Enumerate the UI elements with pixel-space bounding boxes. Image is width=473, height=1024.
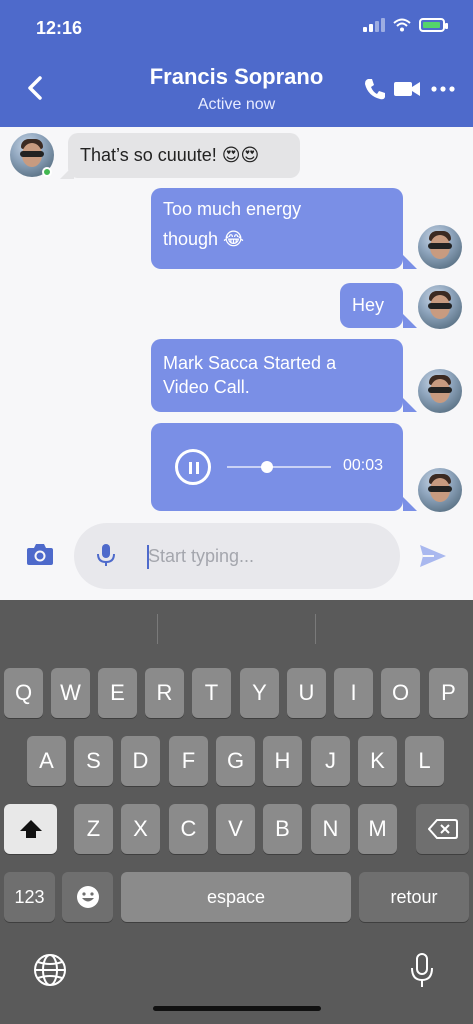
home-indicator[interactable]	[153, 1006, 321, 1011]
key-d[interactable]: D	[121, 736, 160, 786]
key-e[interactable]: E	[98, 668, 137, 718]
message-text-line: Too much energy	[163, 199, 302, 219]
user-avatar[interactable]	[418, 468, 462, 512]
audio-duration: 00:03	[343, 457, 384, 474]
globe-icon[interactable]	[32, 952, 68, 988]
audio-progress-track[interactable]	[227, 466, 331, 468]
camera-icon[interactable]	[26, 542, 54, 566]
chat-header: 12:16 Francis Soprano Active now	[0, 0, 473, 127]
delete-key[interactable]	[416, 804, 469, 854]
key-j[interactable]: J	[311, 736, 350, 786]
message-text: Hey	[352, 295, 385, 315]
key-z[interactable]: Z	[74, 804, 113, 854]
user-avatar[interactable]	[418, 285, 462, 329]
keyboard: Q W E R T Y U I O P A S D F G H J K L Z …	[0, 600, 473, 1024]
bubble-tail	[403, 314, 417, 328]
shift-arrow-icon	[19, 820, 42, 838]
key-c[interactable]: C	[169, 804, 208, 854]
suggestion-divider	[315, 614, 316, 644]
bubble-tail	[403, 497, 417, 511]
numbers-key[interactable]: 123	[4, 872, 55, 922]
key-v[interactable]: V	[216, 804, 255, 854]
message-text: That’s so cuuute! 😍😍	[80, 145, 260, 165]
key-s[interactable]: S	[74, 736, 113, 786]
message-text-line: though 😂	[163, 229, 245, 249]
cellular-signal-icon	[363, 18, 385, 32]
message-bubble-outgoing[interactable]: Hey	[340, 283, 403, 328]
suggestion-bar[interactable]	[0, 600, 473, 658]
message-input-container[interactable]	[74, 523, 400, 589]
audio-message-bubble[interactable]: 00:03	[151, 423, 403, 511]
key-m[interactable]: M	[358, 804, 397, 854]
more-dots-icon[interactable]	[430, 76, 456, 102]
phone-icon[interactable]	[362, 76, 388, 102]
key-h[interactable]: H	[263, 736, 302, 786]
key-q[interactable]: Q	[4, 668, 43, 718]
key-w[interactable]: W	[51, 668, 90, 718]
online-indicator	[42, 167, 52, 177]
key-x[interactable]: X	[121, 804, 160, 854]
key-l[interactable]: L	[405, 736, 444, 786]
user-avatar[interactable]	[418, 369, 462, 413]
user-avatar[interactable]	[418, 225, 462, 269]
key-g[interactable]: G	[216, 736, 255, 786]
message-text-line: Mark Sacca Started a	[163, 353, 337, 373]
microphone-icon[interactable]	[96, 543, 116, 567]
send-icon[interactable]	[418, 542, 448, 570]
key-o[interactable]: O	[381, 668, 420, 718]
dictation-microphone-icon[interactable]	[408, 952, 436, 990]
return-key[interactable]: retour	[359, 872, 469, 922]
audio-progress-knob[interactable]	[261, 461, 273, 473]
key-y[interactable]: Y	[240, 668, 279, 718]
suggestion-divider	[157, 614, 158, 644]
bubble-tail	[403, 255, 417, 269]
key-i[interactable]: I	[334, 668, 373, 718]
key-b[interactable]: B	[263, 804, 302, 854]
space-key[interactable]: espace	[121, 872, 351, 922]
video-camera-icon[interactable]	[392, 76, 422, 102]
backspace-icon	[427, 819, 458, 839]
wifi-icon	[393, 18, 411, 32]
bubble-tail	[403, 398, 417, 412]
message-composer	[0, 520, 473, 600]
shift-key[interactable]	[4, 804, 57, 854]
message-bubble-outgoing[interactable]: Mark Sacca Started a Video Call.	[151, 339, 403, 412]
message-bubble-outgoing[interactable]: Too much energy though 😂	[151, 188, 403, 269]
key-p[interactable]: P	[429, 668, 468, 718]
emoji-key[interactable]	[62, 872, 113, 922]
key-n[interactable]: N	[311, 804, 350, 854]
message-input[interactable]	[148, 539, 388, 573]
status-bar: 12:16	[0, 0, 473, 56]
message-text-line: Video Call.	[163, 377, 250, 397]
key-t[interactable]: T	[192, 668, 231, 718]
battery-icon	[419, 18, 448, 32]
message-bubble-incoming[interactable]: That’s so cuuute! 😍😍	[68, 133, 300, 178]
status-time: 12:16	[36, 18, 83, 38]
key-r[interactable]: R	[145, 668, 184, 718]
key-a[interactable]: A	[27, 736, 66, 786]
message-list[interactable]: That’s so cuuute! 😍😍 Too much energy tho…	[0, 127, 473, 520]
key-u[interactable]: U	[287, 668, 326, 718]
status-icons	[363, 18, 448, 32]
key-f[interactable]: F	[169, 736, 208, 786]
emoji-icon	[76, 886, 99, 908]
key-k[interactable]: K	[358, 736, 397, 786]
pause-icon[interactable]	[175, 449, 211, 485]
